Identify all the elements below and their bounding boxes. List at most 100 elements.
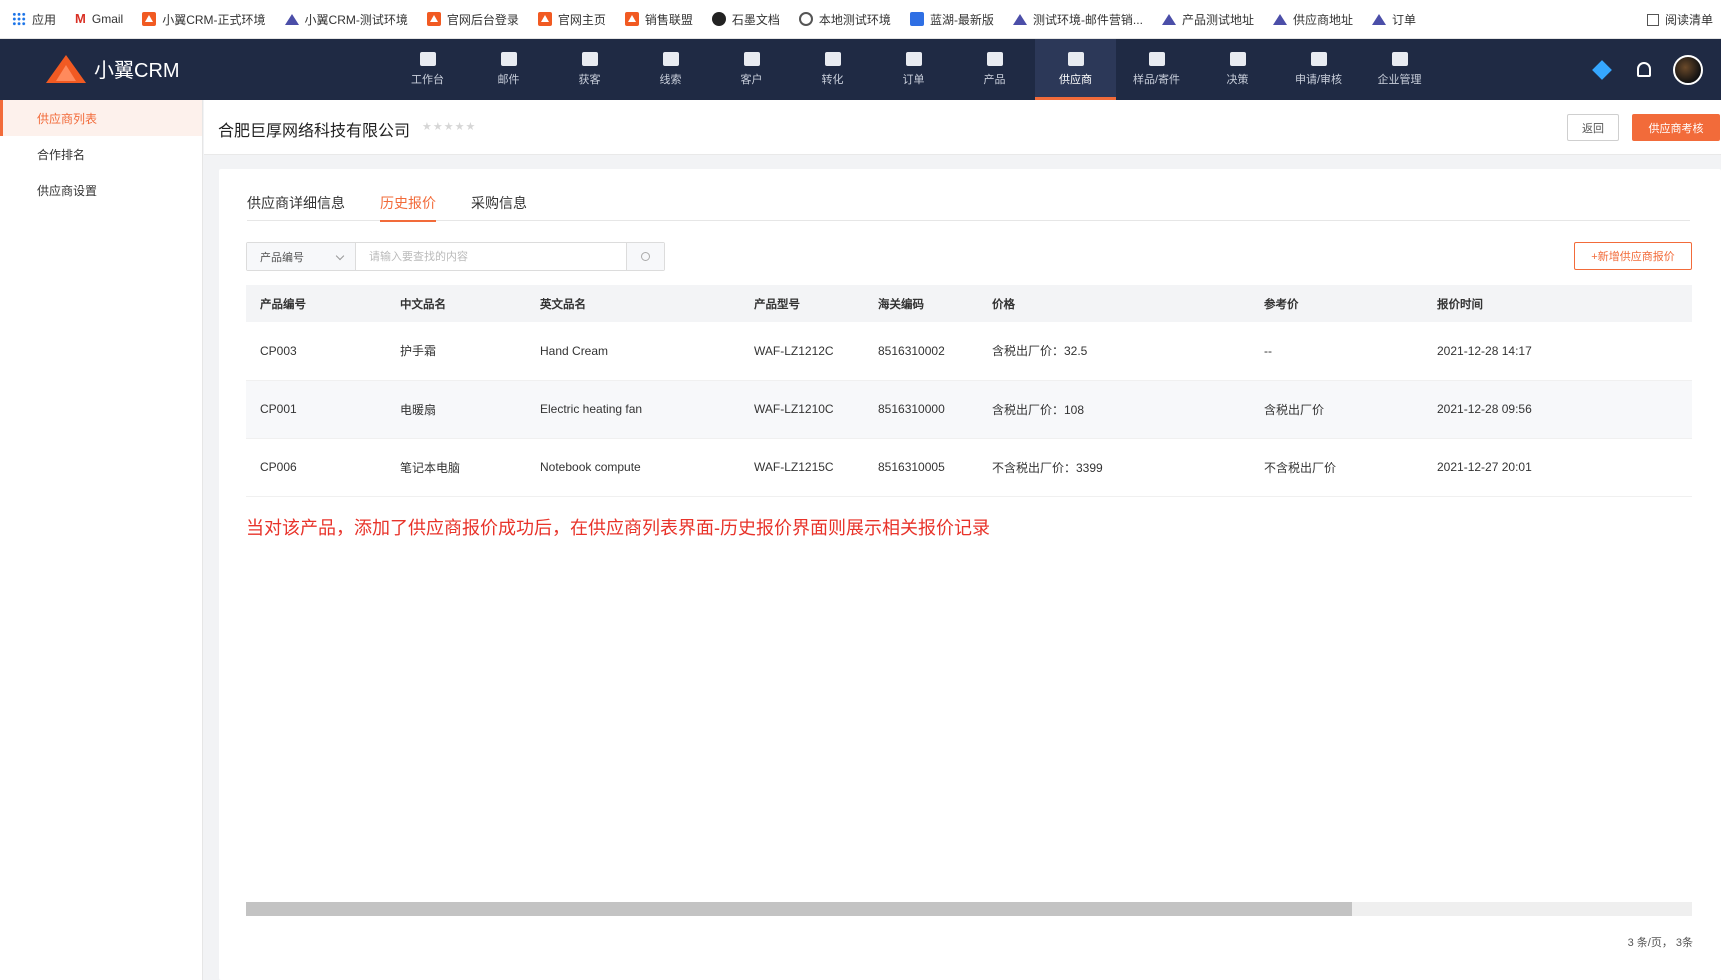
bookmark-item[interactable]: 供应商地址 — [1272, 11, 1353, 28]
table-cell: WAF-LZ1212C — [740, 322, 864, 381]
search-input[interactable] — [356, 243, 626, 270]
nav-item-2[interactable]: 邮件 — [468, 39, 549, 100]
add-supplier-quote-button[interactable]: +新增供应商报价 — [1574, 242, 1692, 270]
nav-item-10[interactable]: 样品/寄件 — [1116, 39, 1197, 100]
tab[interactable]: 采购信息 — [471, 193, 527, 221]
table-cell: Notebook compute — [526, 438, 740, 497]
tab[interactable]: 供应商详细信息 — [247, 193, 345, 221]
bookmark-item[interactable]: 本地测试环境 — [798, 11, 891, 28]
table-row[interactable]: CP001 电暖扇 Electric heating fan WAF-LZ1210C 8… — [246, 380, 1692, 439]
bookmark-item[interactable]: 官网后台登录 — [426, 11, 519, 28]
mail-icon — [500, 52, 517, 66]
nav-item-label: 线索 — [659, 74, 682, 86]
bookmark-item[interactable]: 小翼CRM-测试环境 — [284, 11, 408, 28]
nav-item-3[interactable]: 获客 — [549, 39, 630, 100]
nav-item-9[interactable]: 供应商 — [1035, 39, 1116, 100]
leads-icon — [662, 52, 679, 66]
avatar[interactable] — [1673, 54, 1703, 85]
table-row[interactable]: CP003 护手霜 Hand Cream WAF-LZ1212C 8516310002 含… — [246, 322, 1692, 381]
bookmark-item[interactable]: M Gmail — [75, 12, 124, 27]
search-field-select[interactable]: 产品编号 — [247, 243, 356, 270]
xiaoyi-crm-icon — [142, 12, 157, 26]
nav-item-8[interactable]: 产品 — [954, 39, 1035, 100]
table-cell: CP006 — [246, 438, 386, 497]
table-cell: 含税出厂价：32.5 — [978, 322, 1250, 381]
column-header: 产品编号 — [246, 285, 386, 322]
title-bar: 合肥巨厚网络科技有限公司 ★ ★ ★ ★ ★ 返回 供应商考核 — [204, 100, 1721, 155]
table-cell: 8516310002 — [864, 322, 978, 381]
bookmark-label: 小翼CRM-测试环境 — [304, 12, 408, 27]
nav-item-4[interactable]: 线索 — [630, 39, 711, 100]
star-icon[interactable]: ★ — [444, 120, 454, 133]
search-button[interactable] — [626, 243, 664, 270]
bookmark-item[interactable]: 订单 — [1371, 11, 1416, 28]
nav-item-6[interactable]: 转化 — [792, 39, 873, 100]
search-field-select-value: 产品编号 — [260, 251, 304, 264]
workbench-icon — [419, 52, 436, 66]
brand-name: 小翼CRM — [94, 59, 180, 82]
table-cell: 笔记本电脑 — [386, 438, 526, 497]
nav-item-12[interactable]: 申请/审核 — [1278, 39, 1359, 100]
xiaoyi-crm-icon — [426, 12, 441, 26]
brand-logo[interactable]: 小翼CRM — [46, 53, 180, 83]
table-cell: 不含税出厂价：3399 — [978, 438, 1250, 497]
table-cell: 2021-12-28 14:17 — [1423, 322, 1692, 381]
sidebar-item[interactable]: 合作排名 — [0, 136, 202, 172]
horizontal-scrollbar[interactable] — [246, 902, 1692, 916]
table-cell: 含税出厂价 — [1250, 380, 1423, 439]
xiaoyi-crm-icon — [624, 12, 639, 26]
bookmark-label: 产品测试地址 — [1181, 12, 1254, 27]
table-cell: 电暖扇 — [386, 380, 526, 439]
bookmark-item[interactable]: 石墨文档 — [711, 11, 780, 28]
reading-list[interactable]: 阅读清单 — [1646, 0, 1713, 39]
table-row[interactable]: CP006 笔记本电脑 Notebook compute WAF-LZ1215C 851… — [246, 438, 1692, 497]
quote-history-table: 产品编号 中文品名 英文品名 产品型号 海关编码 价格 参考价 报价时间 CP003 护手霜 Ha… — [246, 285, 1692, 497]
table-header-row: 产品编号 中文品名 英文品名 产品型号 海关编码 价格 参考价 报价时间 — [246, 285, 1692, 322]
nav-item-7[interactable]: 订单 — [873, 39, 954, 100]
nav-item-11[interactable]: 决策 — [1197, 39, 1278, 100]
nav-item-label: 邮件 — [497, 74, 520, 86]
scrollbar-thumb[interactable] — [246, 902, 1353, 916]
table-cell: CP001 — [246, 380, 386, 439]
bookmark-item[interactable]: 官网主页 — [537, 11, 606, 28]
bookmark-item[interactable]: 销售联盟 — [624, 11, 693, 28]
bookmark-item[interactable]: 产品测试地址 — [1161, 11, 1254, 28]
star-icon[interactable]: ★ — [422, 120, 432, 133]
diamond-icon[interactable] — [1592, 59, 1612, 80]
back-button[interactable]: 返回 — [1567, 114, 1619, 141]
bookmark-item[interactable]: 小翼CRM-正式环境 — [142, 11, 266, 28]
nav-item-5[interactable]: 客户 — [711, 39, 792, 100]
page-title: 合肥巨厚网络科技有限公司 — [218, 123, 411, 140]
column-header: 参考价 — [1250, 285, 1423, 322]
bookmark-label: Gmail — [91, 12, 124, 26]
star-icon[interactable]: ★ — [455, 120, 465, 133]
globe-icon — [798, 12, 813, 26]
bell-icon[interactable] — [1637, 62, 1651, 77]
sidebar-item[interactable]: 供应商列表 — [0, 100, 202, 136]
table-cell: 含税出厂价：108 — [978, 380, 1250, 439]
supplier-assess-button[interactable]: 供应商考核 — [1632, 114, 1720, 141]
nav-item-1[interactable]: 工作台 — [387, 39, 468, 100]
column-header: 海关编码 — [864, 285, 978, 322]
rating-stars[interactable]: ★ ★ ★ ★ ★ — [422, 120, 476, 133]
column-header: 报价时间 — [1423, 285, 1692, 322]
bookmark-item[interactable]: 应用 — [12, 11, 56, 28]
table-cell: WAF-LZ1210C — [740, 380, 864, 439]
sidebar-item[interactable]: 供应商设置 — [0, 172, 202, 208]
star-icon[interactable]: ★ — [433, 120, 443, 133]
bookmark-label: 销售联盟 — [644, 12, 693, 27]
approval-icon — [1310, 52, 1327, 66]
tab[interactable]: 历史报价 — [380, 193, 436, 222]
nav-item-label: 获客 — [578, 74, 601, 86]
reading-list-icon — [1646, 13, 1659, 26]
acquire-icon — [581, 52, 598, 66]
star-icon[interactable]: ★ — [466, 120, 476, 133]
nav-item-13[interactable]: 企业管理 — [1359, 39, 1440, 100]
table-cell: 护手霜 — [386, 322, 526, 381]
bookmark-item[interactable]: 测试环境-邮件营销... — [1012, 11, 1143, 28]
order-icon — [905, 52, 922, 66]
chevron-down-icon — [335, 251, 345, 261]
bookmark-item[interactable]: 蓝湖-最新版 — [909, 11, 994, 28]
customer-icon — [743, 52, 760, 66]
nav-item-label: 工作台 — [411, 74, 444, 86]
